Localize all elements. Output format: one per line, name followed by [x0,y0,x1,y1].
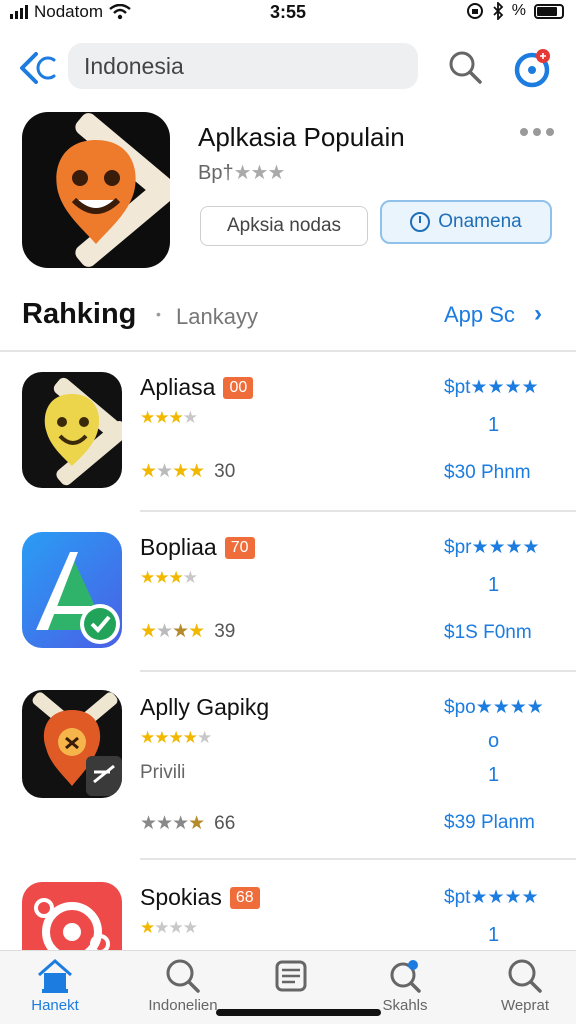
secondary-action-button[interactable]: Apksia nodas [200,206,368,246]
price-rating: $pr★★★★ [444,537,540,558]
price-button[interactable]: $39 Planm [444,812,535,834]
app-icon [22,690,122,798]
star-rating: ★★★★ [140,918,198,938]
refresh-search-icon [390,960,421,993]
app-name-text: Apliasa [140,374,216,400]
rank-badge: 68 [229,886,260,909]
rank-number: 1 [488,764,500,786]
featured-app-title: Aplkasia Populain [198,122,405,152]
rank-badge: 70 [224,536,255,559]
bluetooth-icon [493,2,504,20]
star-rating: ★★★★ [140,568,198,588]
home-indicator [216,1009,381,1016]
stars-filled: ★★★ [140,408,184,427]
star-rating: ★★★★ [140,408,198,428]
divider [140,858,576,860]
rating-summary: ★★★★ 30 [140,460,235,483]
rank-number: 1 [488,574,500,596]
rating-count: 39 [214,620,236,642]
divider [0,350,576,352]
chevron-right-icon[interactable]: › [534,300,542,328]
stars-empty: ★ [182,568,198,587]
rating-stars-icon: ★★★★ [140,813,205,834]
more-options-icon[interactable] [520,128,554,136]
primary-action-button[interactable]: Onamena [380,200,552,244]
tab-home[interactable]: Hanekt [0,957,110,1014]
app-name-text: Spokias [140,884,222,910]
search-input[interactable]: Indonesia [68,43,418,89]
stars-filled: ★ [140,918,155,937]
featured-app-subtitle: Bp†★★★ [198,160,286,185]
stars-filled: ★★★ [140,568,184,587]
status-bar: Nodatom 3:55 % [0,0,576,26]
stars-empty: ★ [196,728,212,747]
app-name: Spokias 68 [140,884,260,911]
price-button[interactable]: $30 Phnm [444,462,531,484]
stars-empty: ★★★ [154,918,198,937]
search-query: Indonesia [84,52,184,79]
section-subtitle: Lankayy [176,304,258,329]
app-icon [22,532,122,648]
ranking-header: Rahking • Lankayy App Sc › [0,296,576,336]
camera-c-icon [34,898,110,952]
rank-indicator: o [488,730,500,752]
search-header: Indonesia [0,40,576,94]
app-store-a-icon [36,552,120,644]
news-icon [275,960,307,992]
rating-summary: ★★★★ 66 [140,812,235,835]
account-icon[interactable] [510,46,554,90]
app-name: Bopliaa 70 [140,534,255,561]
price-button[interactable]: $1S F0nm [444,622,532,644]
app-name: Apliasa 00 [140,374,254,401]
mascot-icon [44,377,122,486]
tab-skills[interactable]: Skahls [350,957,460,1014]
rating-stars-icon: ★★★★ [140,461,205,482]
rank-number: 1 [488,924,500,946]
tab-report[interactable]: Weprat [470,957,576,1014]
search-icon [166,959,200,993]
section-title: Rahking [22,298,137,330]
search-icon[interactable] [446,48,484,86]
price-rating: $pt★★★★ [444,377,539,398]
mascot-icon [56,113,170,267]
star-rating: ★★★★★ [140,728,212,748]
clock-icon [410,212,431,232]
rank-badge: 00 [223,376,254,399]
featured-app-icon[interactable] [22,112,170,268]
primary-action-label: Onamena [438,211,522,232]
rating-summary: ★★★★ 39 [140,620,235,643]
house-icon [38,959,72,993]
rating-count: 66 [214,812,236,834]
see-all-link[interactable]: App Sc [444,302,515,328]
tab-label: Weprat [500,997,550,1014]
battery-percent: % [511,2,526,19]
rating-count: 30 [214,460,236,482]
stars-empty: ★ [182,408,198,427]
separator-dot: • [156,306,161,322]
tab-search[interactable]: Indonelien [128,957,238,1014]
back-icon[interactable] [16,46,60,90]
divider [140,510,576,512]
divider [140,670,576,672]
search-icon [508,959,542,993]
stars-filled: ★★★★ [140,728,198,747]
app-name-text: Bopliaa [140,534,217,560]
lock-rotation-icon [466,3,483,19]
lion-mascot-icon [32,692,122,796]
price-rating: $po★★★★ [444,697,544,718]
featured-rating-stars: ★★★ [233,162,286,184]
featured-subtitle-text: Bp† [198,162,234,184]
status-right: % [466,2,564,20]
rating-stars-icon: ★★★★ [140,621,205,642]
app-name-text: Aplly Gapikg [140,694,270,720]
price-rating: $pt★★★★ [444,887,539,908]
tab-news[interactable] [236,957,346,997]
battery-icon [534,3,564,19]
app-icon [22,882,122,952]
developer-label: Privili [140,762,186,783]
app-name: Aplly Gapikg [140,694,269,721]
app-icon [22,372,122,488]
rank-number: 1 [488,414,500,436]
tab-label: Hanekt [31,997,79,1014]
